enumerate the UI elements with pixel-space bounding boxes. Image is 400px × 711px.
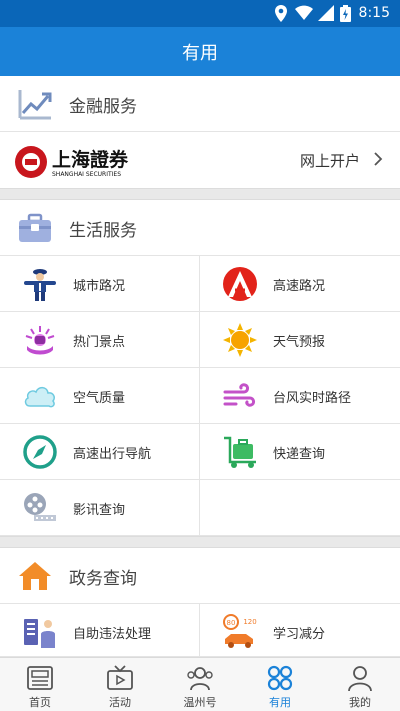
svg-text:120: 120 (243, 618, 256, 626)
government-section-header: 政务查询 (0, 548, 400, 604)
compass-icon (23, 435, 57, 469)
self-service-icon (24, 619, 55, 648)
clock: 8:15 (358, 5, 390, 21)
express-tracking-item[interactable]: 快递查询 (200, 424, 400, 480)
sun-icon (223, 323, 257, 357)
logo-english-text: SHANGHAI SECURITIES (52, 171, 121, 178)
finance-section-header: 金融服务 (0, 76, 400, 132)
self-service-violation-label: 自助违法处理 (73, 627, 152, 642)
hot-attractions-item[interactable]: 热门景点 (0, 312, 200, 368)
section-divider (0, 536, 400, 548)
tab-wenzhou-accounts[interactable]: 温州号 (160, 658, 240, 711)
section-divider (0, 188, 400, 200)
life-section-title: 生活服务 (69, 221, 137, 241)
wind-icon (223, 383, 255, 407)
tab-activities[interactable]: 活动 (80, 658, 160, 711)
study-deduct-points-item[interactable]: 80 120 学习减分 (200, 604, 400, 657)
battery-charging-icon (340, 5, 351, 22)
air-quality-item[interactable]: 空气质量 (0, 368, 200, 424)
traffic-police-icon (24, 269, 56, 301)
tab-wenzhou-accounts-label: 温州号 (183, 696, 217, 709)
city-traffic-item[interactable]: 城市路况 (0, 256, 200, 312)
tab-mine[interactable]: 我的 (320, 658, 400, 711)
svg-text:80: 80 (227, 619, 236, 627)
hot-attractions-label: 热门景点 (73, 335, 126, 350)
logo-chinese-text: 上海證券 (52, 148, 129, 171)
page-title: 有用 (182, 43, 218, 64)
self-service-violation-item[interactable]: 自助违法处理 (0, 604, 200, 657)
tab-mine-label: 我的 (349, 696, 371, 709)
tab-useful-label: 有用 (269, 696, 291, 709)
weather-item[interactable]: 天气预报 (200, 312, 400, 368)
title-bar: 有用 (0, 27, 400, 76)
finance-section-title: 金融服务 (69, 97, 137, 117)
tv-icon (107, 665, 133, 690)
highway-traffic-label: 高速路况 (273, 279, 326, 294)
newspaper-icon (27, 666, 53, 690)
typhoon-path-label: 台风实时路径 (273, 391, 352, 406)
highway-navigation-label: 高速出行导航 (73, 447, 152, 462)
finance-chart-icon (18, 90, 52, 120)
tab-activities-label: 活动 (109, 696, 131, 709)
cloud-icon (24, 386, 55, 408)
study-deduct-points-label: 学习减分 (273, 627, 326, 642)
city-traffic-label: 城市路况 (73, 279, 126, 294)
film-reel-icon (24, 493, 56, 521)
status-bar: 8:15 (0, 0, 400, 27)
movie-info-label: 影讯查询 (73, 503, 126, 518)
user-icon (348, 666, 372, 692)
open-account-link[interactable]: 网上开户 (300, 150, 360, 171)
tab-home-label: 首页 (29, 696, 51, 709)
express-tracking-label: 快递查询 (273, 447, 326, 462)
tab-home[interactable]: 首页 (0, 658, 80, 711)
people-icon (187, 667, 213, 691)
wifi-icon (295, 5, 313, 20)
government-section-title: 政务查询 (69, 569, 137, 589)
luggage-cart-icon (224, 436, 256, 468)
life-section-header: 生活服务 (0, 200, 400, 256)
weather-label: 天气预报 (273, 335, 326, 350)
shanghai-securities-row[interactable]: 上海證券 SHANGHAI SECURITIES 网上开户 (0, 133, 400, 188)
location-icon (275, 5, 287, 22)
chevron-right-icon (374, 152, 383, 166)
air-quality-label: 空气质量 (73, 391, 126, 406)
home-icon (19, 562, 51, 590)
movie-info-item[interactable]: 影讯查询 (0, 480, 200, 536)
highway-logo-icon (223, 267, 257, 301)
typhoon-path-item[interactable]: 台风实时路径 (200, 368, 400, 424)
attraction-icon (25, 326, 55, 355)
empty-cell (200, 480, 400, 536)
cell-signal-icon (318, 5, 334, 21)
shanghai-securities-logo: 上海證券 SHANGHAI SECURITIES (15, 146, 129, 178)
highway-navigation-item[interactable]: 高速出行导航 (0, 424, 200, 480)
tab-useful[interactable]: 有用 (240, 658, 320, 711)
grid-icon (267, 665, 293, 691)
highway-traffic-item[interactable]: 高速路况 (200, 256, 400, 312)
bottom-tab-bar: 首页 活动 温州号 有用 我的 (0, 657, 400, 711)
speed-limit-car-icon: 80 120 (223, 614, 257, 648)
briefcase-icon (19, 213, 51, 242)
